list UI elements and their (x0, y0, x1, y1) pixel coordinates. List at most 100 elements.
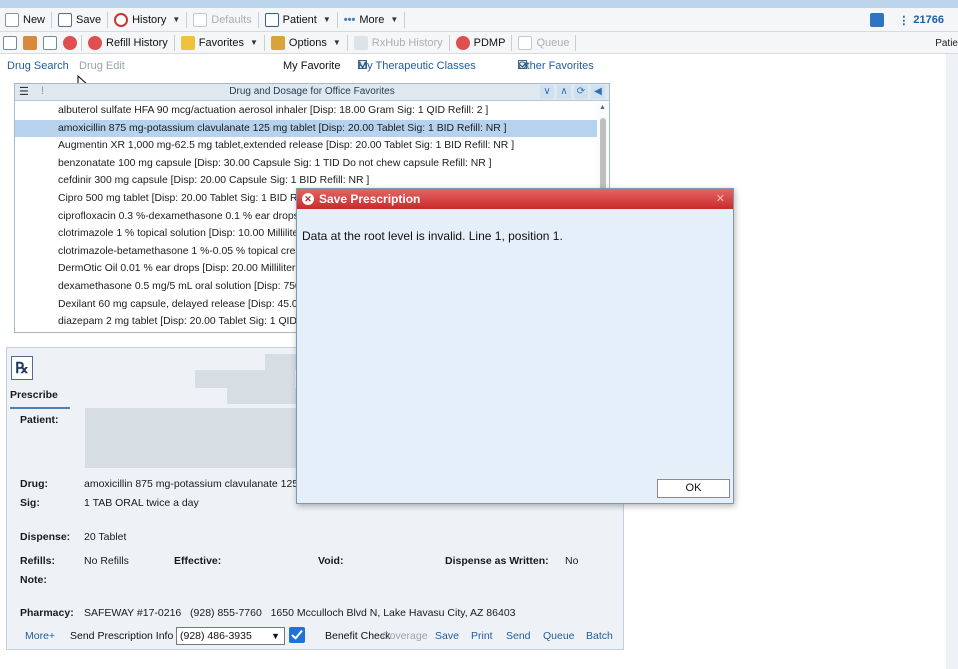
coverage-button[interactable]: Coverage (382, 630, 428, 642)
id-card-button[interactable] (40, 32, 60, 53)
chevron-down-icon[interactable]: ▼ (172, 15, 180, 24)
chevron-down-icon: ▼ (271, 631, 280, 641)
clock-icon (114, 12, 129, 27)
refill-history-button[interactable]: Refill History (83, 32, 173, 53)
patient-tab-cut[interactable]: Patie (935, 32, 958, 54)
history-button[interactable]: History ▼ (109, 8, 185, 31)
refills-value: No Refills (84, 555, 129, 567)
main-toolbar: New Save History ▼ Defaults Patient ▼ ••… (0, 8, 958, 32)
refills-label: Refills: (20, 555, 56, 567)
user-photo-icon (23, 35, 37, 50)
toolbar-separator (81, 34, 82, 51)
effective-label: Effective: (174, 555, 222, 567)
toolbar-separator (336, 11, 338, 28)
favorite-drug-item[interactable]: albuterol sulfate HFA 90 mcg/actuation a… (15, 102, 597, 120)
patient-label: Patient: (20, 414, 59, 426)
user-options-icon (270, 35, 285, 50)
favorites-label: Favorites (198, 36, 244, 49)
account-id: 21766 (913, 14, 944, 26)
chevron-down-icon[interactable]: ▼ (390, 15, 398, 24)
queue-rx-button[interactable]: Queue (543, 630, 575, 642)
batch-button[interactable]: Batch (586, 630, 613, 642)
refill-history-label: Refill History (106, 36, 168, 49)
defaults-document-icon (193, 12, 208, 27)
dialog-message: Data at the root level is invalid. Line … (302, 229, 563, 243)
scrollbar-thumb[interactable] (600, 118, 606, 198)
building-icon[interactable] (870, 13, 885, 27)
scroll-up-icon[interactable]: ▲ (599, 104, 606, 111)
patient-label: Patient (282, 13, 317, 26)
list-view-button[interactable] (0, 32, 20, 53)
more-label: More (359, 13, 385, 26)
rx-logo-icon: ℞ (11, 356, 33, 380)
save-button[interactable]: Save (53, 8, 106, 31)
close-icon[interactable]: ✕ (716, 192, 725, 205)
redacted-block (227, 388, 297, 404)
favorite-drug-item[interactable]: benzonatate 100 mg capsule [Disp: 30.00 … (15, 155, 597, 173)
vertical-dots-icon: ⋮ (898, 14, 910, 27)
rxhub-history-label: RxHub History (371, 36, 443, 49)
options-label: Options (288, 36, 327, 49)
error-icon: ✕ (302, 193, 314, 205)
favorite-drug-item[interactable]: amoxicillin 875 mg-potassium clavulanate… (15, 119, 597, 138)
send-info-value: (928) 486-3935 (180, 630, 252, 642)
ok-button[interactable]: OK (657, 479, 730, 498)
void-label: Void: (318, 555, 344, 567)
queue-button[interactable]: Queue (513, 32, 574, 53)
dialog-titlebar: ✕ Save Prescription ✕ (297, 189, 733, 209)
rxhub-history-button[interactable]: RxHub History (349, 32, 448, 53)
pdmp-button[interactable]: PDMP (451, 32, 511, 53)
daw-label: Dispense as Written: (445, 555, 549, 567)
toolbar-separator (107, 11, 109, 28)
more-link[interactable]: More+ (25, 630, 55, 642)
toolbar-separator (257, 11, 259, 28)
patient-photo-button[interactable] (20, 32, 40, 53)
save-label: Save (76, 13, 102, 26)
new-label: New (23, 13, 46, 26)
more-button[interactable]: ••• More ▼ (339, 8, 404, 31)
benefit-check-checkbox[interactable] (289, 627, 305, 643)
window-top-strip (0, 0, 958, 8)
redacted-block (195, 370, 295, 388)
toolbar-separator (51, 11, 53, 28)
favorites-header: ☰ ! Drug and Dosage for Office Favorites… (15, 84, 609, 101)
toolbar-separator (404, 11, 406, 28)
collapse-left-icon[interactable]: ◀ (591, 85, 605, 99)
save-rx-button[interactable]: Save (435, 630, 459, 642)
id-card-icon (43, 35, 57, 50)
tab-my-favorite[interactable]: My Favorite (283, 60, 340, 72)
tab-drug-search[interactable]: Drug Search (7, 60, 69, 72)
send-info-label: Send Prescription Info (70, 630, 174, 642)
drug-tabs: Drug Search Drug Edit My Favorite My The… (7, 60, 607, 74)
benefit-check-label[interactable]: Benefit Check (325, 630, 390, 642)
new-button[interactable]: New (0, 8, 50, 31)
chevron-down-icon[interactable]: ∨ (540, 85, 554, 99)
queue-document-icon (518, 35, 533, 50)
favorites-title: Drug and Dosage for Office Favorites (229, 86, 395, 97)
save-disk-icon (58, 12, 73, 27)
chevron-down-icon[interactable]: ▼ (323, 15, 331, 24)
defaults-button[interactable]: Defaults (188, 8, 256, 31)
pill-button[interactable] (60, 32, 80, 53)
tab-drug-edit[interactable]: Drug Edit (79, 60, 125, 72)
favorites-button[interactable]: Favorites ▼ (176, 32, 263, 53)
print-button[interactable]: Print (471, 630, 493, 642)
new-document-icon (5, 12, 19, 27)
pdmp-pill-icon (455, 35, 470, 50)
dispense-label: Dispense: (20, 531, 71, 543)
secondary-toolbar: Refill History Favorites ▼ Options ▼ RxH… (0, 32, 958, 54)
favorite-drug-item[interactable]: Augmentin XR 1,000 mg-62.5 mg tablet,ext… (15, 137, 597, 155)
refresh-icon[interactable]: ⟳ (574, 85, 588, 99)
chevron-down-icon[interactable]: ▼ (333, 38, 341, 47)
options-button[interactable]: Options ▼ (266, 32, 346, 53)
my-therapeutic-classes-label: My Therapeutic Classes (358, 60, 476, 72)
patient-card-icon (264, 12, 279, 27)
queue-label: Queue (536, 36, 570, 49)
patient-button[interactable]: Patient ▼ (260, 8, 336, 31)
dialog-title: Save Prescription (319, 192, 421, 206)
toolbar-separator (511, 34, 513, 51)
chevron-down-icon[interactable]: ▼ (250, 38, 258, 47)
chevron-up-icon[interactable]: ∧ (557, 85, 571, 99)
send-button[interactable]: Send (506, 630, 531, 642)
send-info-select[interactable]: (928) 486-3935 ▼ (176, 627, 285, 645)
